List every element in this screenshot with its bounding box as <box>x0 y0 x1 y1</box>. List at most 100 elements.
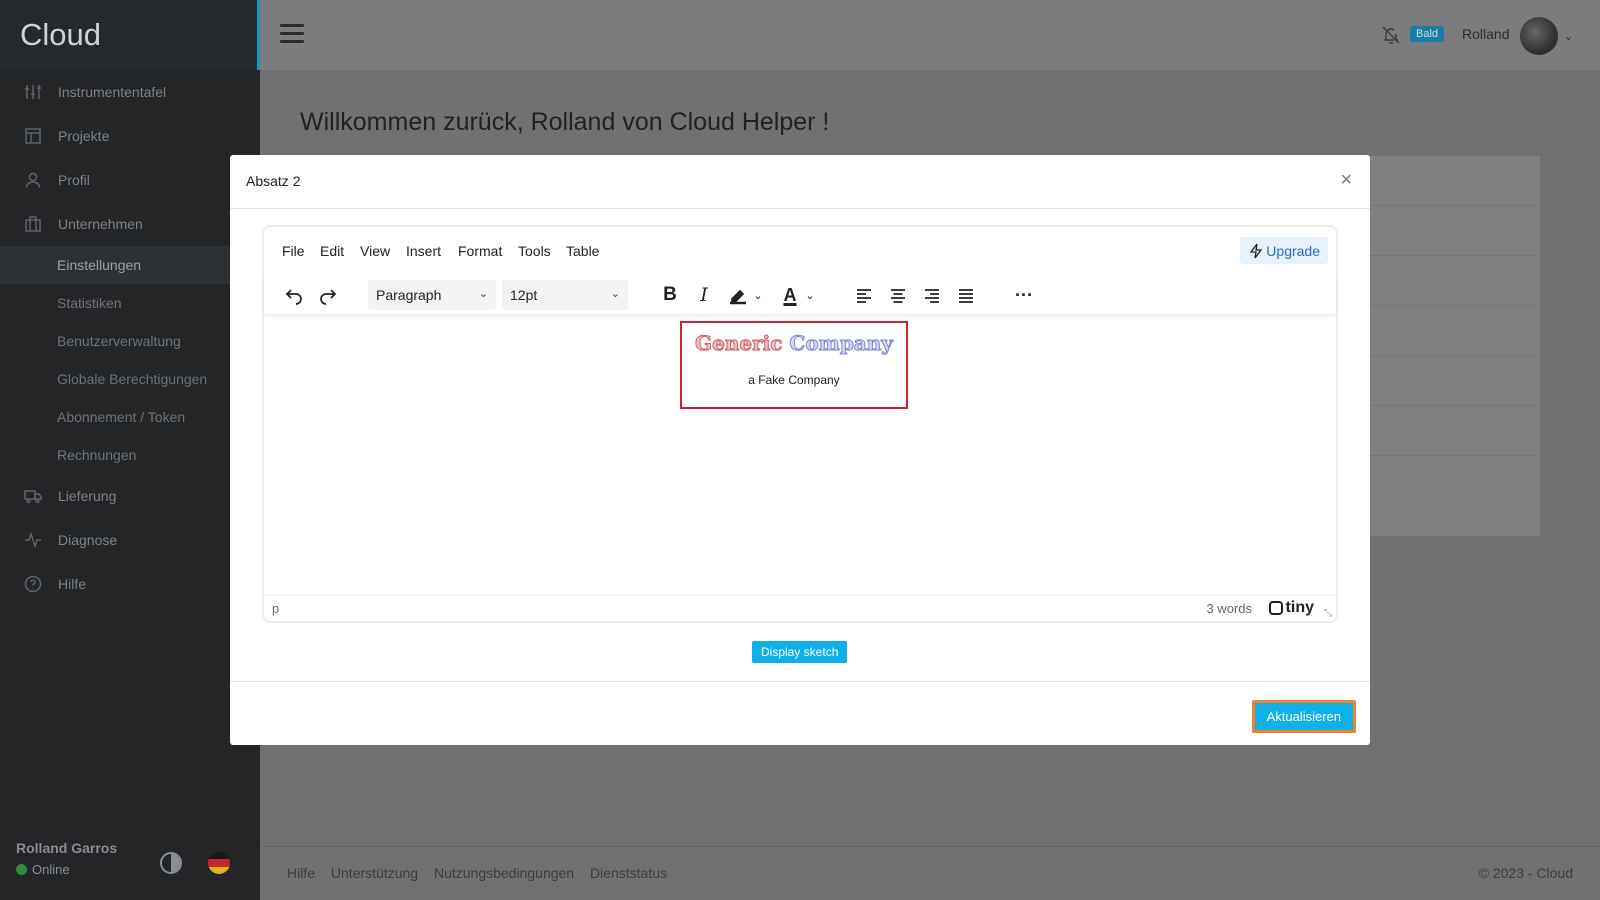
coming-soon-badge: Bald <box>1410 26 1445 42</box>
upgrade-button[interactable]: Upgrade <box>1240 237 1328 264</box>
bell-off-icon[interactable] <box>1380 24 1402 46</box>
activity-icon <box>24 531 42 549</box>
help-icon <box>24 575 42 593</box>
avatar[interactable] <box>1520 17 1558 55</box>
footer-link-dienststatus[interactable]: Dienststatus <box>590 865 667 881</box>
align-left-icon[interactable] <box>850 281 878 309</box>
highlight-color-icon[interactable] <box>724 281 752 309</box>
user-name: Rolland Garros <box>16 840 118 856</box>
align-center-icon[interactable] <box>884 281 912 309</box>
element-path[interactable]: p <box>272 601 279 616</box>
align-justify-icon[interactable] <box>952 281 980 309</box>
sidebar-item-lieferung[interactable]: Lieferung <box>0 474 260 518</box>
lightning-icon <box>1249 243 1263 258</box>
font-size-select[interactable]: 12pt ⌄ <box>502 280 628 310</box>
sidebar-subitem-globale-berechtigungen[interactable]: Globale Berechtigungen <box>0 360 260 398</box>
sidebar-item-label: Projekte <box>58 128 110 144</box>
footer-link-unterstuetzung[interactable]: Unterstützung <box>331 865 418 881</box>
menu-file[interactable]: File <box>282 243 305 259</box>
rich-text-editor: File Edit View Insert Format Tools Table… <box>262 225 1338 623</box>
page-title: Willkommen zurück, Rolland von Cloud Hel… <box>300 108 830 136</box>
sidebar-item-unternehmen[interactable]: Unternehmen <box>0 202 260 246</box>
copyright: © 2023 - Cloud <box>1478 865 1573 881</box>
sidebar-item-label: Instrumententafel <box>58 84 167 100</box>
editor-menubar: File Edit View Insert Format Tools Table… <box>264 227 1336 275</box>
page-footer: Hilfe Unterstützung Nutzungsbedingungen … <box>260 846 1600 900</box>
theme-toggle-icon[interactable] <box>160 852 182 874</box>
tiny-brand-label: tiny <box>1285 599 1314 616</box>
chevron-down-icon[interactable]: ⌄ <box>750 281 766 309</box>
menu-tools[interactable]: Tools <box>518 243 551 259</box>
logo-word-generic: Generic <box>695 331 783 356</box>
edit-paragraph-modal: Absatz 2 × File Edit View Insert Format … <box>230 155 1370 745</box>
chevron-down-icon[interactable]: ⌄ <box>1564 30 1573 43</box>
bold-icon[interactable]: B <box>656 281 684 309</box>
font-size-value: 12pt <box>510 287 538 303</box>
sidebar-subitem-einstellungen[interactable]: Einstellungen <box>0 246 260 284</box>
modal-footer: Aktualisieren <box>230 681 1370 745</box>
sidebar-subitem-abonnement-token[interactable]: Abonnement / Token <box>0 398 260 436</box>
company-subtitle: a Fake Company <box>748 373 840 387</box>
close-icon[interactable]: × <box>1340 169 1352 192</box>
chevron-down-icon: ⌄ <box>478 288 488 300</box>
tiny-icon <box>1268 601 1283 615</box>
company-logo-block[interactable]: Generic Company a Fake Company <box>680 321 908 409</box>
redo-icon[interactable] <box>314 281 342 309</box>
layout-icon <box>24 127 42 145</box>
sidebar-item-label: Diagnose <box>58 532 118 548</box>
hamburger-menu-icon[interactable] <box>280 24 304 44</box>
briefcase-icon <box>24 215 42 233</box>
more-options-icon[interactable]: ··· <box>1010 281 1038 309</box>
block-format-value: Paragraph <box>376 287 442 303</box>
sidebar-user-panel: Rolland Garros Online <box>0 826 260 900</box>
topbar-username[interactable]: Rolland <box>1462 26 1509 42</box>
word-count[interactable]: 3 words <box>1206 601 1252 616</box>
sidebar-item-profil[interactable]: Profil <box>0 158 260 202</box>
upgrade-label: Upgrade <box>1266 242 1320 259</box>
online-status-icon <box>16 864 27 875</box>
sidebar-item-projekte[interactable]: Projekte <box>0 114 260 158</box>
footer-links: Hilfe Unterstützung Nutzungsbedingungen … <box>287 865 679 881</box>
logo-word-company: Company <box>789 331 894 356</box>
sidebar-item-label: Lieferung <box>58 488 117 504</box>
tiny-logo[interactable]: tiny <box>1268 599 1314 617</box>
resize-handle-icon[interactable]: ⤡ <box>1324 608 1332 619</box>
undo-icon[interactable] <box>280 281 308 309</box>
german-flag-icon[interactable] <box>208 852 230 874</box>
sidebar-item-label: Hilfe <box>58 576 87 592</box>
menu-table[interactable]: Table <box>566 243 599 259</box>
sidebar-item-instrumententafel[interactable]: Instrumententafel <box>0 70 260 114</box>
user-icon <box>24 171 42 189</box>
update-button[interactable]: Aktualisieren <box>1251 700 1356 733</box>
sidebar-subitem-benutzerverwaltung[interactable]: Benutzerverwaltung <box>0 322 260 360</box>
menu-insert[interactable]: Insert <box>406 243 441 259</box>
sliders-icon <box>24 83 42 101</box>
modal-header: Absatz 2 × <box>230 155 1370 209</box>
truck-icon <box>24 487 42 505</box>
sidebar-item-label: Profil <box>58 172 90 188</box>
italic-icon[interactable]: I <box>690 281 718 309</box>
sidebar-subitem-rechnungen[interactable]: Rechnungen <box>0 436 260 474</box>
sidebar-item-hilfe[interactable]: Hilfe <box>0 562 260 606</box>
sidebar: Cloud Instrumententafel Projekte Profil … <box>0 0 260 900</box>
editor-content[interactable]: Generic Company a Fake Company <box>264 317 1336 593</box>
align-right-icon[interactable] <box>918 281 946 309</box>
display-sketch-button[interactable]: Display sketch <box>752 641 848 663</box>
text-color-icon[interactable]: A <box>776 281 804 309</box>
sidebar-subitem-statistiken[interactable]: Statistiken <box>0 284 260 322</box>
chevron-down-icon[interactable]: ⌄ <box>802 281 818 309</box>
user-status-label: Online <box>32 862 70 877</box>
chevron-down-icon: ⌄ <box>610 288 620 300</box>
sidebar-item-diagnose[interactable]: Diagnose <box>0 518 260 562</box>
sidebar-item-label: Unternehmen <box>58 216 143 232</box>
footer-link-hilfe[interactable]: Hilfe <box>287 865 315 881</box>
company-logo-text: Generic Company <box>682 331 906 356</box>
modal-title: Absatz 2 <box>246 173 301 189</box>
menu-edit[interactable]: Edit <box>320 243 344 259</box>
footer-link-nutzungsbedingungen[interactable]: Nutzungsbedingungen <box>434 865 574 881</box>
block-format-select[interactable]: Paragraph ⌄ <box>368 280 496 310</box>
topbar: Bald Rolland ⌄ <box>260 0 1600 70</box>
menu-view[interactable]: View <box>360 243 390 259</box>
brand-logo: Cloud <box>0 0 260 70</box>
menu-format[interactable]: Format <box>458 243 502 259</box>
